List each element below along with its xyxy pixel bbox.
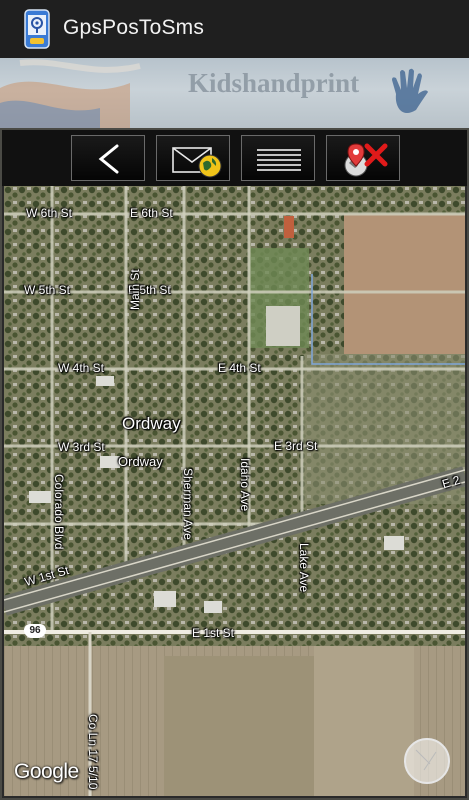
map-toolbar: [2, 130, 467, 186]
street-label-e6: E 6th St: [130, 206, 173, 220]
app-title: GpsPosToSms: [63, 16, 205, 39]
street-label-main: Main St: [128, 269, 142, 310]
compass-button[interactable]: [404, 738, 450, 784]
send-sms-button[interactable]: [156, 135, 230, 181]
street-label-lake: Lake Ave: [297, 543, 311, 592]
street-label-county-line: Co Ln 17 5/10: [86, 714, 100, 789]
town-label: Ordway: [122, 414, 181, 433]
menu-button[interactable]: [241, 135, 315, 181]
delete-position-button[interactable]: [326, 135, 400, 181]
street-label-w5: W 5th St: [24, 283, 71, 297]
street-label-colorado: Colorado Blvd: [52, 474, 66, 549]
chevron-left-icon: [98, 144, 119, 174]
banner-text: Kidshandprint: [188, 68, 360, 98]
street-label-e4: E 4th St: [218, 361, 261, 375]
google-attribution: Google: [14, 760, 79, 783]
street-label-county-line-text: Co Ln 17 5/10: [86, 714, 100, 790]
route-shield: 96: [24, 624, 46, 638]
ad-banner[interactable]: Kidshandprint: [0, 58, 469, 128]
street-label-e3: E 3rd St: [274, 439, 318, 453]
street-label-idaho-text: Idaho Ave: [238, 458, 252, 512]
satellite-map[interactable]: W 6th St E 6th St W 5th St E 5th St W 4t…: [4, 186, 465, 796]
app-bar: GpsPosToSms: [0, 0, 469, 58]
back-button[interactable]: [71, 135, 145, 181]
location-pin-delete-icon: [344, 143, 388, 177]
street-label-w3: W 3rd St: [58, 440, 105, 454]
town-label-small: Ordway: [118, 454, 163, 469]
menu-lines-icon: [257, 149, 301, 171]
street-label-main-text: Main St: [128, 269, 142, 310]
gps-phone-app-icon: [24, 9, 50, 49]
street-label-lake-text: Lake Ave: [297, 543, 311, 593]
map-imagery: [4, 186, 465, 796]
street-label-idaho: Idaho Ave: [238, 458, 252, 511]
street-label-sherman: Sherman Ave: [181, 468, 195, 540]
handprint-icon: [392, 68, 428, 113]
envelope-globe-icon: [172, 147, 222, 178]
street-label-sherman-text: Sherman Ave: [181, 468, 195, 540]
street-label-w4: W 4th St: [58, 361, 105, 375]
street-label-w6: W 6th St: [26, 206, 73, 220]
street-label-e1: E 1st St: [192, 626, 235, 640]
compass-icon: [415, 749, 437, 771]
street-label-colorado-text: Colorado Blvd: [52, 474, 66, 550]
